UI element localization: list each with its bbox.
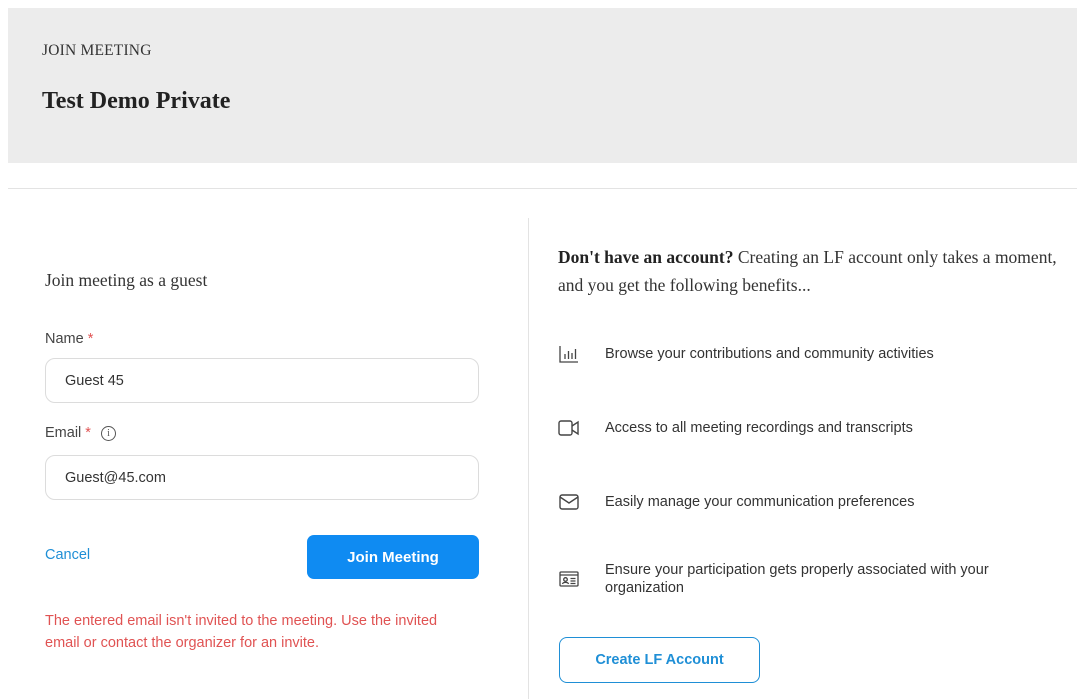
guest-form-heading: Join meeting as a guest bbox=[45, 270, 208, 290]
name-label: Name * bbox=[45, 331, 93, 347]
email-label-text: Email bbox=[45, 425, 82, 441]
benefit-text: Browse your contributions and community … bbox=[605, 346, 934, 362]
benefits-intro: Don't have an account? Creating an LF ac… bbox=[558, 243, 1058, 299]
required-marker: * bbox=[85, 425, 91, 441]
video-camera-icon bbox=[558, 417, 580, 439]
required-marker: * bbox=[87, 331, 94, 347]
create-lf-account-button[interactable]: Create LF Account bbox=[559, 637, 760, 683]
envelope-icon bbox=[558, 491, 580, 513]
bar-chart-icon bbox=[558, 343, 580, 365]
benefit-text: Ensure your participation gets properly … bbox=[605, 562, 989, 596]
email-label: Email * i bbox=[45, 425, 116, 441]
benefit-item: Ensure your participation gets properly … bbox=[558, 561, 1038, 597]
name-label-text: Name bbox=[45, 331, 84, 347]
join-meeting-button[interactable]: Join Meeting bbox=[307, 535, 479, 579]
info-icon[interactable]: i bbox=[100, 426, 116, 441]
benefit-item: Access to all meeting recordings and tra… bbox=[558, 417, 1038, 439]
benefit-text: Easily manage your communication prefere… bbox=[605, 494, 915, 510]
meeting-title: Test Demo Private bbox=[42, 88, 231, 114]
panel-divider bbox=[528, 218, 529, 699]
error-message: The entered email isn't invited to the m… bbox=[45, 613, 438, 651]
name-input[interactable] bbox=[45, 358, 479, 403]
benefit-item: Browse your contributions and community … bbox=[558, 343, 1038, 365]
cancel-link[interactable]: Cancel bbox=[45, 547, 90, 563]
id-card-icon bbox=[558, 568, 580, 590]
meeting-header: JOIN MEETING Test Demo Private bbox=[8, 8, 1077, 163]
header-kicker: JOIN MEETING bbox=[42, 42, 152, 59]
benefit-item: Easily manage your communication prefere… bbox=[558, 491, 1038, 513]
benefits-intro-bold: Don't have an account? bbox=[558, 247, 734, 267]
header-divider bbox=[8, 188, 1077, 189]
email-input[interactable] bbox=[45, 455, 479, 500]
benefit-text: Access to all meeting recordings and tra… bbox=[605, 420, 913, 436]
